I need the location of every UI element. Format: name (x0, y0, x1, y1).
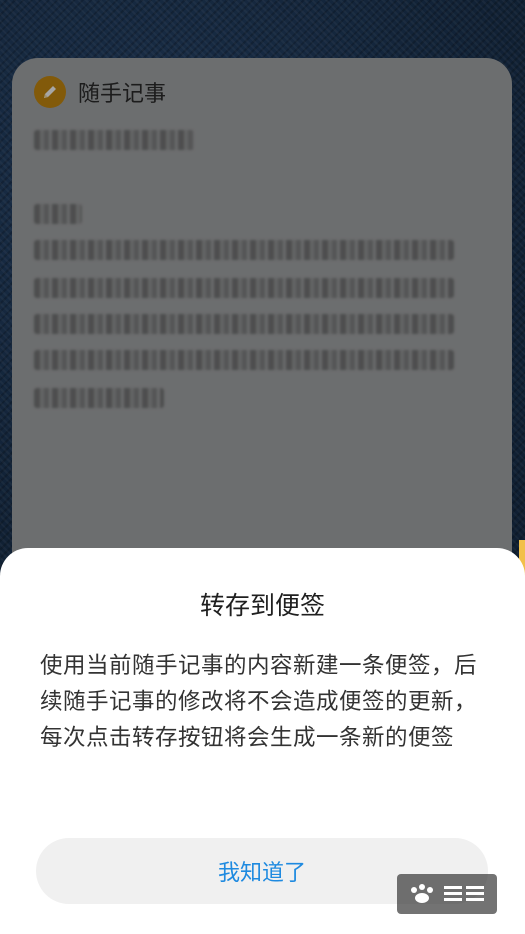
baidu-jingyan-logo (397, 874, 497, 914)
confirm-button-label: 我知道了 (217, 861, 306, 886)
dialog-message: 使用当前随手记事的内容新建一条便签，后续随手记事的修改将不会造成便签的更新，每次… (40, 653, 478, 751)
dialog-title: 转存到便签 (199, 591, 325, 620)
